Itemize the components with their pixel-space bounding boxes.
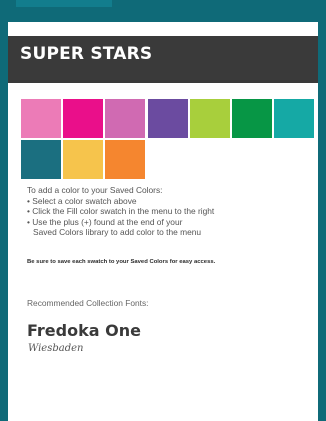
palette-title: SUPER STARS: [20, 44, 153, 64]
swatch-pink[interactable]: [21, 99, 61, 138]
swatch-purple[interactable]: [148, 99, 188, 138]
swatch-teal[interactable]: [274, 99, 314, 138]
instructions: To add a color to your Saved Colors: • S…: [27, 185, 297, 238]
fonts-label: Recommended Collection Fonts:: [27, 298, 149, 308]
instructions-step-3-cont: Saved Colors library to add color to the…: [33, 227, 202, 238]
instructions-intro: To add a color to your Saved Colors:: [27, 185, 163, 195]
header-bar: SUPER STARS: [8, 36, 318, 83]
swatch-magenta[interactable]: [63, 99, 103, 138]
swatch-lime[interactable]: [190, 99, 230, 138]
top-tab-strip: [16, 0, 112, 7]
instructions-step-1: • Select a color swatch above: [27, 195, 137, 206]
instructions-step-3: • Use the plus (+) found at the end of y…: [27, 216, 183, 227]
swatch-deep-teal[interactable]: [21, 140, 61, 179]
save-tip: Be sure to save each swatch to your Save…: [27, 259, 216, 265]
font-secondary: Wiesbaden: [28, 343, 84, 354]
font-primary: Fredoka One: [27, 321, 141, 340]
swatch-green[interactable]: [232, 99, 272, 138]
swatch-yellow[interactable]: [63, 140, 103, 179]
swatch-orange[interactable]: [105, 140, 145, 179]
instructions-step-2: • Click the Fill color swatch in the men…: [27, 206, 215, 217]
swatch-orchid[interactable]: [105, 99, 145, 138]
